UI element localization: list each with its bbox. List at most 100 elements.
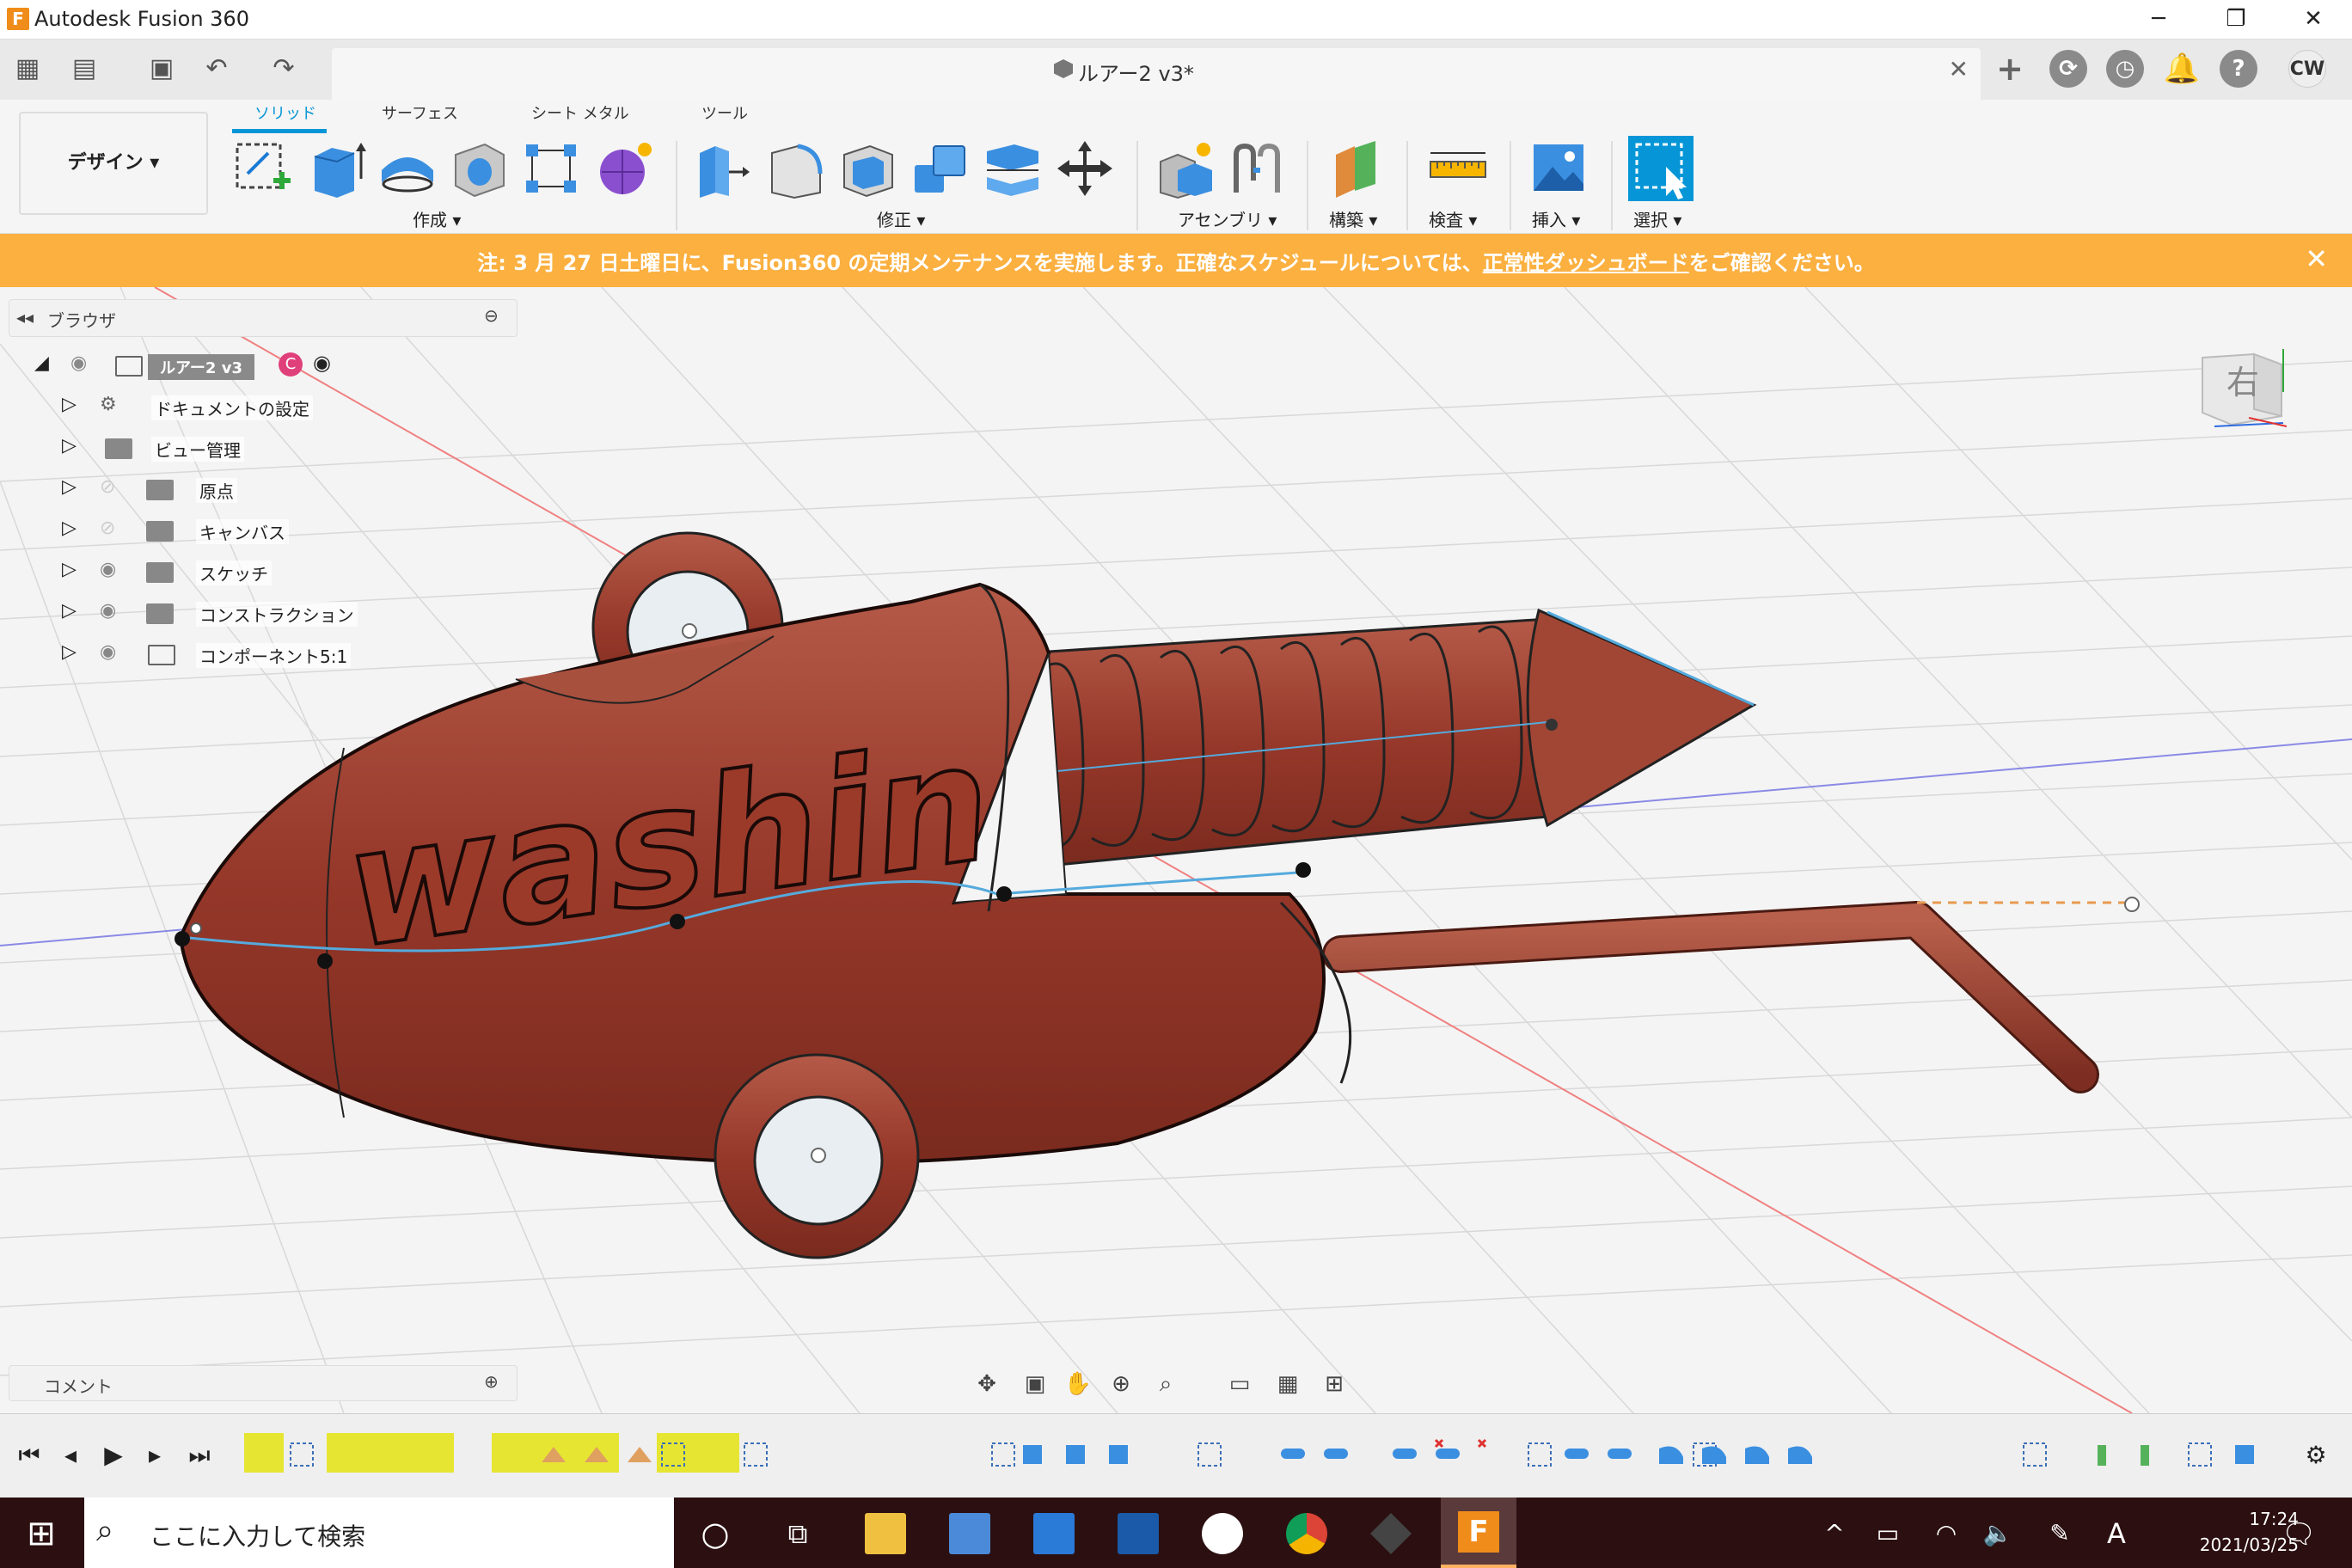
chrome-icon[interactable] <box>1286 1513 1327 1554</box>
expand-triangle-icon[interactable]: ▷ <box>62 598 81 624</box>
davinci-icon[interactable] <box>1202 1513 1243 1554</box>
timeline-start-icon[interactable]: ⏮ <box>12 1438 46 1473</box>
add-comment-icon[interactable]: ⊕ <box>484 1371 499 1392</box>
volume-icon[interactable]: 🔈 <box>1977 1513 2018 1554</box>
assembly-menu[interactable]: アセンブリ ▾ <box>1178 206 1277 231</box>
save-icon[interactable]: ▣ <box>144 52 179 86</box>
insert-image-icon[interactable] <box>1527 136 1592 201</box>
fusion-taskbar-button[interactable]: F <box>1441 1498 1516 1568</box>
notifications-bell-icon[interactable]: 🔔 <box>2163 50 2201 88</box>
extrude-icon[interactable] <box>303 136 368 201</box>
collapse-triangle-icon[interactable]: ◢ <box>34 351 53 377</box>
task-view-icon[interactable]: ⧉ <box>777 1513 818 1554</box>
insert-menu[interactable]: 挿入 ▾ <box>1532 206 1580 231</box>
expand-triangle-icon[interactable]: ▷ <box>62 557 81 583</box>
collapse-panel-icon[interactable]: ◂◂ <box>16 307 34 328</box>
browser-minimize-icon[interactable]: ⊖ <box>484 305 499 326</box>
zoom-icon[interactable]: ⊕ <box>1104 1369 1138 1400</box>
redo-icon[interactable]: ↷ <box>266 52 301 86</box>
health-dashboard-link[interactable]: 正常性ダッシュボード <box>1483 251 1689 275</box>
timeline-settings-gear-icon[interactable]: ⚙ <box>2299 1438 2333 1473</box>
visibility-eye-icon[interactable]: ◉ <box>100 600 127 622</box>
user-avatar[interactable]: CW <box>2288 50 2326 88</box>
hidden-eye-icon[interactable]: ⊘ <box>100 518 127 540</box>
ime-indicator-icon[interactable]: A <box>2096 1513 2137 1554</box>
press-pull-icon[interactable] <box>691 136 756 201</box>
modify-menu[interactable]: 修正 ▾ <box>877 206 925 231</box>
expand-triangle-icon[interactable]: ▷ <box>62 640 81 665</box>
cortana-icon[interactable]: ○ <box>695 1513 736 1554</box>
hole-icon[interactable] <box>447 136 512 201</box>
browser-item-component[interactable]: ▷ ◉ コンポーネント5:1 <box>62 636 354 671</box>
maximize-button[interactable]: ❐ <box>2197 0 2275 40</box>
construct-menu[interactable]: 構築 ▾ <box>1329 206 1377 231</box>
offset-plane-icon[interactable] <box>1324 136 1389 201</box>
comments-panel-header[interactable]: コメント ⊕ <box>9 1365 518 1401</box>
browser-root-row[interactable]: ◢ ◉ ルアー2 v3 C ◉ <box>34 347 378 382</box>
create-menu[interactable]: 作成 ▾ <box>413 206 461 231</box>
timeline-end-icon[interactable]: ⏭ <box>182 1438 217 1473</box>
browser-item-doc-settings[interactable]: ▷ ⚙ ドキュメントの設定 <box>62 389 337 423</box>
tab-sheet-metal[interactable]: シート メタル <box>531 101 629 124</box>
browser-item-construction[interactable]: ▷ ◉ コンストラクション <box>62 595 358 629</box>
unity-icon[interactable] <box>1370 1513 1412 1554</box>
shell-icon[interactable] <box>836 136 901 201</box>
wifi-icon[interactable]: ◠ <box>1926 1513 1967 1554</box>
browser-panel-header[interactable]: ◂◂ ブラウザ ⊖ <box>9 299 518 337</box>
undo-icon[interactable]: ↶ <box>199 52 234 86</box>
expand-triangle-icon[interactable]: ▷ <box>62 433 81 459</box>
battery-icon[interactable]: ▭ <box>1867 1513 1908 1554</box>
select-menu[interactable]: 選択 ▾ <box>1633 206 1681 231</box>
job-status-icon[interactable]: ◷ <box>2106 50 2144 88</box>
notifications-center-icon[interactable]: 🗨 <box>2278 1513 2319 1554</box>
display-settings-icon[interactable]: ▭ <box>1222 1369 1257 1400</box>
close-tab-icon[interactable]: ✕ <box>1949 55 1969 83</box>
banner-close-icon[interactable]: ✕ <box>2305 242 2328 275</box>
orbit-icon[interactable]: ✥ <box>970 1369 1004 1400</box>
photos-icon[interactable] <box>1118 1513 1159 1554</box>
store-icon[interactable] <box>949 1513 990 1554</box>
expand-triangle-icon[interactable]: ▷ <box>62 475 81 500</box>
data-panel-grid-icon[interactable]: ▦ <box>10 52 45 86</box>
select-icon[interactable] <box>1628 136 1694 201</box>
windows-start-icon[interactable]: ⊞ <box>21 1513 62 1554</box>
grid-settings-icon[interactable]: ▦ <box>1271 1369 1305 1400</box>
visibility-eye-icon[interactable]: ◉ <box>70 352 98 375</box>
fillet-icon[interactable] <box>763 136 829 201</box>
browser-item-named-views[interactable]: ▷ ビュー管理 <box>62 430 337 464</box>
help-icon[interactable]: ? <box>2220 50 2257 88</box>
close-window-button[interactable]: ✕ <box>2275 0 2352 40</box>
viewports-icon[interactable]: ⊞ <box>1317 1369 1351 1400</box>
browser-item-sketches[interactable]: ▷ ◉ スケッチ <box>62 554 337 588</box>
view-cube[interactable]: 右 <box>2197 340 2287 435</box>
file-explorer-icon[interactable] <box>865 1513 906 1554</box>
mail-icon[interactable] <box>1033 1513 1075 1554</box>
visibility-eye-icon[interactable]: ◉ <box>100 559 127 581</box>
measure-icon[interactable] <box>1425 136 1491 201</box>
activate-radio-icon[interactable]: ◉ <box>313 351 331 375</box>
timeline-prev-icon[interactable]: ◂ <box>53 1438 88 1473</box>
file-menu-icon[interactable]: ▤ <box>67 52 101 86</box>
minimize-button[interactable]: ─ <box>2120 0 2197 40</box>
hidden-eye-icon[interactable]: ⊘ <box>100 476 127 499</box>
pattern-icon[interactable] <box>519 136 585 201</box>
canvas-viewport[interactable]: washin 右 <box>0 287 2352 1413</box>
new-tab-icon[interactable]: + <box>1991 50 2029 88</box>
timeline-feature-icons[interactable] <box>249 1436 2269 1474</box>
model-canvas[interactable]: washin <box>0 287 2352 1413</box>
browser-item-canvases[interactable]: ▷ ⊘ キャンバス <box>62 512 337 547</box>
form-icon[interactable] <box>591 136 657 201</box>
visibility-eye-icon[interactable]: ◉ <box>100 641 127 664</box>
tray-chevron-icon[interactable]: ^ <box>1814 1513 1855 1554</box>
tab-tools[interactable]: ツール <box>701 101 748 124</box>
extensions-icon[interactable]: ⟳ <box>2049 50 2087 88</box>
move-icon[interactable] <box>1052 136 1118 201</box>
inspect-menu[interactable]: 検査 ▾ <box>1429 206 1477 231</box>
create-sketch-icon[interactable] <box>230 136 296 201</box>
pan-hand-icon[interactable]: ✋ <box>1061 1369 1095 1400</box>
workspace-switcher[interactable]: デザイン ▾ <box>19 112 208 215</box>
taskbar-search-box[interactable]: ⌕ ここに入力して検索 <box>84 1498 674 1568</box>
joint-icon[interactable] <box>1224 136 1289 201</box>
combine-icon[interactable] <box>908 136 973 201</box>
tab-surface[interactable]: サーフェス <box>382 101 458 124</box>
